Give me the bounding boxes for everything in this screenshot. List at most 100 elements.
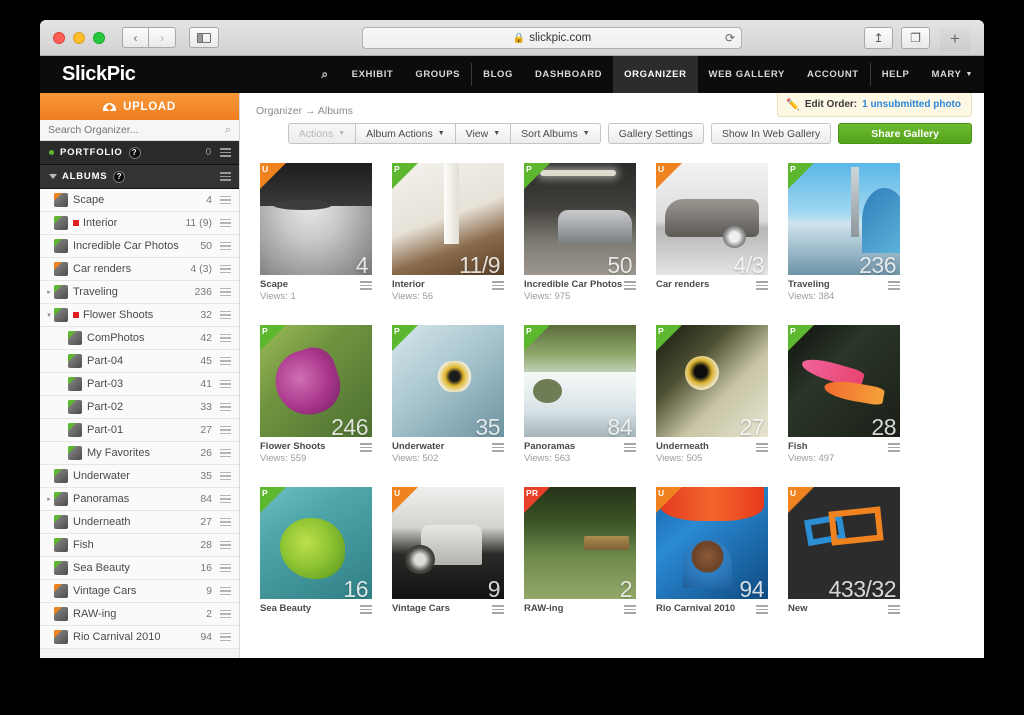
album-actions-button[interactable]: Album Actions ▼ bbox=[356, 123, 456, 144]
album-tile-menu-icon[interactable] bbox=[360, 281, 372, 290]
sidebar-album-menu-icon[interactable] bbox=[220, 494, 231, 504]
sidebar-album-menu-icon[interactable] bbox=[220, 609, 231, 619]
sidebar-album-menu-icon[interactable] bbox=[220, 356, 231, 366]
sort-albums-button[interactable]: Sort Albums ▼ bbox=[511, 123, 601, 144]
share-button[interactable]: ↥ bbox=[864, 27, 893, 49]
sidebar-album-item[interactable]: RAW-ing 2 bbox=[40, 603, 239, 626]
album-tile[interactable]: P 11/9 Interior Views: 56 bbox=[392, 163, 504, 303]
album-title[interactable]: Underneath bbox=[656, 441, 709, 453]
album-title[interactable]: Panoramas bbox=[524, 441, 575, 453]
album-thumbnail[interactable]: U4 bbox=[260, 163, 372, 275]
show-in-web-gallery-button[interactable]: Show In Web Gallery bbox=[710, 123, 832, 144]
sidebar-album-item[interactable]: Part-01 27 bbox=[40, 419, 239, 442]
forward-button[interactable]: › bbox=[149, 27, 176, 48]
sidebar-album-item[interactable]: Scape 4 bbox=[40, 189, 239, 212]
album-thumbnail[interactable]: P 11/9 bbox=[392, 163, 504, 275]
actions-button[interactable]: Actions ▼ bbox=[287, 123, 357, 144]
nav-web-gallery[interactable]: WEB GALLERY bbox=[698, 56, 796, 93]
sidebar-album-menu-icon[interactable] bbox=[220, 448, 231, 458]
sidebar-album-item[interactable]: Rio Carnival 2010 94 bbox=[40, 626, 239, 649]
sidebar-album-item[interactable]: Sea Beauty 16 bbox=[40, 557, 239, 580]
album-title[interactable]: Flower Shoots bbox=[260, 441, 325, 453]
album-title[interactable]: RAW-ing bbox=[524, 603, 563, 615]
back-button[interactable]: ‹ bbox=[122, 27, 149, 48]
album-title[interactable]: Underwater bbox=[392, 441, 444, 453]
album-thumbnail[interactable]: P 35 bbox=[392, 325, 504, 437]
album-thumbnail[interactable]: U 94 bbox=[656, 487, 768, 599]
expand-toggle-icon[interactable]: ▸ bbox=[44, 288, 54, 296]
album-tile[interactable]: P 27 Underneath Views: 505 bbox=[656, 325, 768, 465]
share-gallery-button[interactable]: Share Gallery bbox=[838, 123, 972, 144]
album-tile-menu-icon[interactable] bbox=[360, 443, 372, 452]
sidebar-album-item[interactable]: Fish 28 bbox=[40, 534, 239, 557]
album-title[interactable]: Scape bbox=[260, 279, 296, 291]
album-title[interactable]: New bbox=[788, 603, 808, 615]
album-title[interactable]: Vintage Cars bbox=[392, 603, 450, 615]
nav-account[interactable]: ACCOUNT bbox=[796, 56, 870, 93]
sidebar-album-menu-icon[interactable] bbox=[220, 379, 231, 389]
sidebar-album-item[interactable]: My Favorites 26 bbox=[40, 442, 239, 465]
close-window-button[interactable] bbox=[53, 31, 65, 44]
album-tile-menu-icon[interactable] bbox=[756, 605, 768, 614]
nav-exhibit[interactable]: EXHIBIT bbox=[341, 56, 405, 93]
sidebar-album-item[interactable]: Vintage Cars 9 bbox=[40, 580, 239, 603]
search-icon[interactable]: ⌕ bbox=[307, 56, 340, 93]
sidebar-album-menu-icon[interactable] bbox=[220, 310, 231, 320]
nav-blog[interactable]: BLOG bbox=[472, 56, 524, 93]
maximize-window-button[interactable] bbox=[93, 31, 105, 44]
edit-order-notice[interactable]: ✏️ Edit Order: 1 unsubmitted photo bbox=[777, 93, 972, 117]
sidebar-album-menu-icon[interactable] bbox=[220, 402, 231, 412]
album-title[interactable]: Car renders bbox=[656, 279, 709, 291]
sidebar-album-menu-icon[interactable] bbox=[220, 218, 231, 228]
sidebar-album-menu-icon[interactable] bbox=[220, 195, 231, 205]
album-tile[interactable]: U 433/32 New bbox=[788, 487, 900, 615]
album-tile-menu-icon[interactable] bbox=[888, 605, 900, 614]
album-thumbnail[interactable]: P 84 bbox=[524, 325, 636, 437]
album-tile[interactable]: PR 2 RAW-ing bbox=[524, 487, 636, 615]
albums-collapse-icon[interactable] bbox=[49, 174, 57, 179]
album-thumbnail[interactable]: P 236 bbox=[788, 163, 900, 275]
album-title[interactable]: Rio Carnival 2010 bbox=[656, 603, 735, 615]
address-bar[interactable]: 🔒 slickpic.com ⟳ bbox=[362, 27, 742, 49]
site-logo[interactable]: SlickPic bbox=[62, 63, 136, 86]
album-thumbnail[interactable]: P 246 bbox=[260, 325, 372, 437]
album-thumbnail[interactable]: P 27 bbox=[656, 325, 768, 437]
sidebar-album-menu-icon[interactable] bbox=[220, 241, 231, 251]
sidebar-album-menu-icon[interactable] bbox=[220, 425, 231, 435]
minimize-window-button[interactable] bbox=[73, 31, 85, 44]
reload-button[interactable]: ⟳ bbox=[725, 31, 735, 45]
sidebar-album-menu-icon[interactable] bbox=[220, 471, 231, 481]
album-tile-menu-icon[interactable] bbox=[492, 443, 504, 452]
sidebar-album-menu-icon[interactable] bbox=[220, 333, 231, 343]
sidebar-album-item[interactable]: Underwater 35 bbox=[40, 465, 239, 488]
album-tile-menu-icon[interactable] bbox=[360, 605, 372, 614]
sidebar-album-menu-icon[interactable] bbox=[220, 264, 231, 274]
sidebar-album-item[interactable]: Underneath 27 bbox=[40, 511, 239, 534]
album-thumbnail[interactable]: P 16 bbox=[260, 487, 372, 599]
sidebar-album-item[interactable]: Part-03 41 bbox=[40, 373, 239, 396]
album-tile-menu-icon[interactable] bbox=[888, 443, 900, 452]
sidebar-album-item[interactable]: ▸ Traveling 236 bbox=[40, 281, 239, 304]
upload-button[interactable]: UPLOAD bbox=[40, 93, 239, 120]
album-thumbnail[interactable]: U9 bbox=[392, 487, 504, 599]
album-tile-menu-icon[interactable] bbox=[492, 605, 504, 614]
sidebar-album-item[interactable]: ▾ Flower Shoots 32 bbox=[40, 304, 239, 327]
portfolio-help-icon[interactable]: ? bbox=[128, 146, 141, 159]
portfolio-menu-icon[interactable] bbox=[220, 148, 231, 157]
sidebar-album-item[interactable]: Part-04 45 bbox=[40, 350, 239, 373]
sidebar-album-item[interactable]: Car renders 4 (3) bbox=[40, 258, 239, 281]
album-title[interactable]: Fish bbox=[788, 441, 834, 453]
album-tile-menu-icon[interactable] bbox=[624, 443, 636, 452]
album-tile[interactable]: P 50 Incredible Car Photos Views: 975 bbox=[524, 163, 636, 303]
sidebar-album-item[interactable]: ComPhotos 42 bbox=[40, 327, 239, 350]
album-thumbnail[interactable]: P 28 bbox=[788, 325, 900, 437]
nav-groups[interactable]: GROUPS bbox=[404, 56, 471, 93]
sidebar-album-menu-icon[interactable] bbox=[220, 517, 231, 527]
sidebar-section-albums[interactable]: ALBUMS ? bbox=[40, 165, 239, 189]
albums-menu-icon[interactable] bbox=[220, 172, 231, 181]
sidebar-album-item[interactable]: Interior 11 (9) bbox=[40, 212, 239, 235]
album-tile-menu-icon[interactable] bbox=[492, 281, 504, 290]
sidebar-album-item[interactable]: Incredible Car Photos 50 bbox=[40, 235, 239, 258]
nav-user-menu[interactable]: MARY ▼ bbox=[920, 56, 984, 93]
album-tile[interactable]: P 246 Flower Shoots Views: 559 bbox=[260, 325, 372, 465]
